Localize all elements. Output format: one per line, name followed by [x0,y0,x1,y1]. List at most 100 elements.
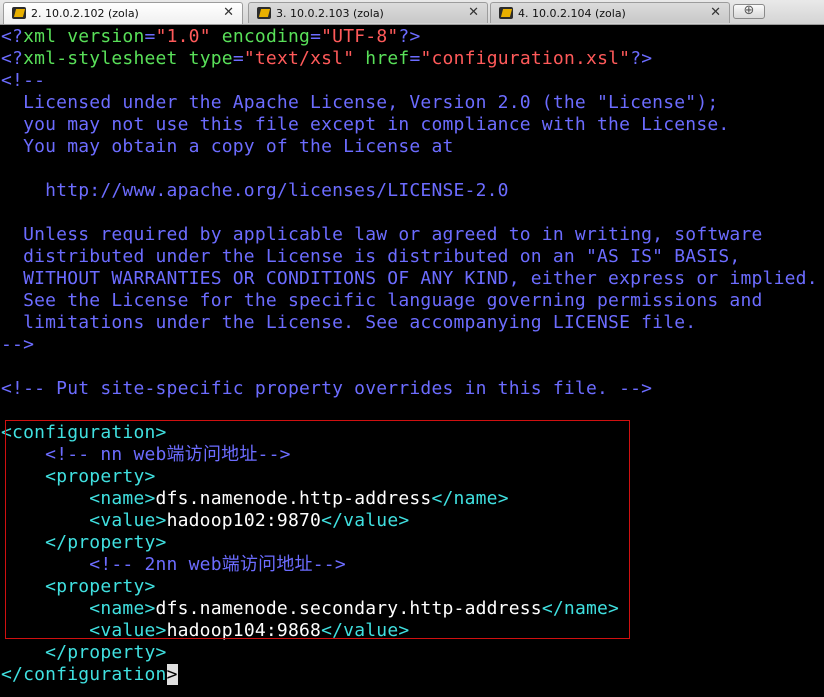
code-token: </property> [45,642,167,663]
editor-line: <!-- Put site-specific property override… [1,378,652,400]
tab-label: 4. 10.0.2.104 (zola) [518,7,626,20]
code-token: <name> [89,598,156,619]
editor-line: WITHOUT WARRANTIES OR CONDITIONS OF ANY … [1,268,818,290]
tab-label: 3. 10.0.2.103 (zola) [276,7,384,20]
terminal-editor[interactable]: <?xml version="1.0" encoding="UTF-8"?> <?… [0,25,824,697]
editor-line: <value>hadoop102:9870</value> [1,510,409,532]
code-token: limitations under the License. See accom… [1,312,697,333]
code-token: Unless required by applicable law or agr… [1,224,763,245]
editor-line: you may not use this file except in comp… [1,114,729,136]
code-token: xml [23,26,57,47]
code-token: </value> [321,510,410,531]
tab-bar: 2. 10.0.2.102 (zola) ✕ 3. 10.0.2.103 (zo… [0,0,824,25]
text-cursor: > [166,664,178,685]
code-token: <!-- 2nn web端访问地址--> [89,554,346,575]
code-token: = [144,26,156,47]
editor-line: http://www.apache.org/licenses/LICENSE-2… [1,180,509,202]
code-token: </configuration [1,664,167,685]
code-token: <? [1,48,24,69]
code-token: </value> [321,620,410,641]
code-token: <value> [89,510,167,531]
code-token: http://www.apache.org/licenses/LICENSE-2… [1,180,509,201]
editor-line: <name>dfs.namenode.http-address</name> [1,488,509,510]
editor-line: --> [1,334,34,356]
code-token: <configuration> [1,422,167,443]
code-token: version [67,26,145,47]
new-tab-button[interactable]: ⊕ [733,4,765,19]
editor-line: distributed under the License is distrib… [1,246,740,268]
code-token: = [310,26,322,47]
code-token: "configuration.xsl" [420,48,631,69]
code-token: xml-stylesheet [23,48,178,69]
code-token: You may obtain a copy of the License at [1,136,454,157]
code-token: WITHOUT WARRANTIES OR CONDITIONS OF ANY … [1,268,818,289]
code-token: = [409,48,421,69]
editor-line: See the License for the specific languag… [1,290,763,312]
editor-line: Licensed under the Apache License, Versi… [1,92,718,114]
code-token: ?> [398,26,421,47]
code-token: <? [1,26,24,47]
editor-line: <?xml-stylesheet type="text/xsl" href="c… [1,48,652,70]
code-token: </name> [541,598,620,619]
editor-line: limitations under the License. See accom… [1,312,696,334]
code-token: "UTF-8" [321,26,399,47]
editor-line: <!-- 2nn web端访问地址--> [1,554,346,576]
editor-line: <!-- nn web端访问地址--> [1,444,291,466]
code-token: <value> [89,620,167,641]
tab-session-102[interactable]: 2. 10.0.2.102 (zola) ✕ [3,2,243,24]
terminal-icon [257,7,271,19]
code-token: <property> [45,466,156,487]
close-icon[interactable]: ✕ [223,5,234,20]
code-token: <!-- Put site-specific property override… [1,378,653,399]
code-token: = [232,48,244,69]
code-token: <property> [45,576,156,597]
code-token: <name> [89,488,156,509]
editor-line: <?xml version="1.0" encoding="UTF-8"?> [1,26,420,48]
code-token: </property> [45,532,167,553]
close-icon[interactable]: ✕ [468,5,479,20]
terminal-icon [12,7,26,19]
code-token: you may not use this file except in comp… [1,114,730,135]
code-token: distributed under the License is distrib… [1,246,741,267]
terminal-icon [499,7,513,19]
tab-session-103[interactable]: 3. 10.0.2.103 (zola) ✕ [248,2,488,23]
tab-session-104[interactable]: 4. 10.0.2.104 (zola) ✕ [490,2,730,23]
code-token: "text/xsl" [243,48,355,69]
code-token: hadoop102:9870 [166,510,322,531]
code-token: </name> [431,488,509,509]
editor-line: <property> [1,576,156,598]
code-token: href [365,48,410,69]
editor-line: </configuration> [1,664,178,686]
code-token: dfs.namenode.http-address [155,488,432,509]
code-token: dfs.namenode.secondary.http-address [155,598,542,619]
editor-line: <value>hadoop104:9868</value> [1,620,409,642]
editor-line: <configuration> [1,422,167,444]
editor-line: <name>dfs.namenode.secondary.http-addres… [1,598,619,620]
editor-line: You may obtain a copy of the License at [1,136,454,158]
code-token: <!-- nn web端访问地址--> [45,444,291,465]
code-token: See the License for the specific languag… [1,290,763,311]
editor-line: <property> [1,466,156,488]
code-token: --> [1,334,35,355]
close-icon[interactable]: ✕ [710,5,721,20]
code-token: hadoop104:9868 [166,620,322,641]
editor-line: </property> [1,532,167,554]
tab-label: 2. 10.0.2.102 (zola) [31,7,139,20]
editor-line: </property> [1,642,167,664]
code-token: <!-- [1,70,46,91]
editor-line: Unless required by applicable law or agr… [1,224,763,246]
code-token: "1.0" [155,26,211,47]
editor-line: <!-- [1,70,45,92]
